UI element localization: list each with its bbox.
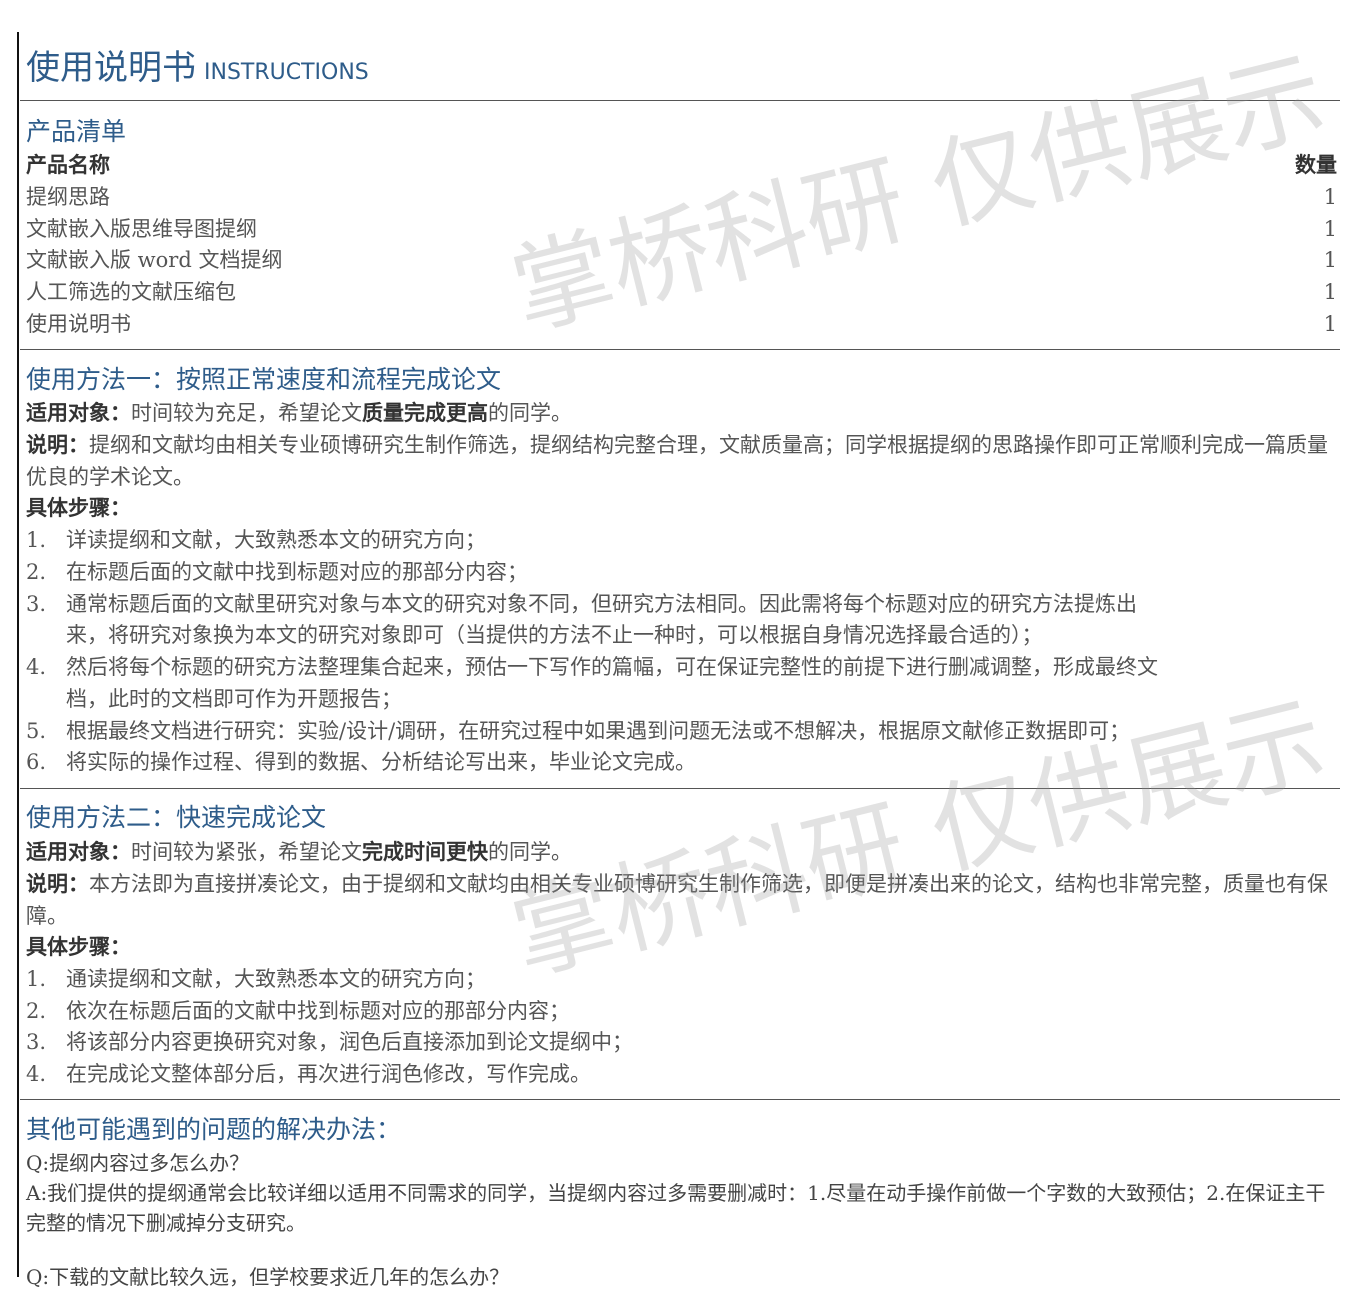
step-text: 通读提纲和文献，大致熟悉本文的研究方向； — [66, 967, 486, 991]
target-text-end: 的同学。 — [488, 401, 572, 425]
method2-heading: 使用方法二：快速完成论文 — [26, 803, 327, 832]
step-text: 将实际的操作过程、得到的数据、分析结论写出来，毕业论文完成。 — [66, 750, 696, 774]
method1-description: 说明：提纲和文献均由相关专业硕博研究生制作筛选，提纲结构完整合理，文献质量高；同… — [26, 429, 1340, 493]
product-table-header: 产品名称 数量 — [26, 149, 1340, 181]
step-number: 3. — [26, 1030, 47, 1054]
step-text: 来，将研究对象换为本文的研究对象即可（当提供的方法不止一种时，可以根据自身情况选… — [66, 623, 1043, 647]
method1-steps-label: 具体步骤： — [26, 495, 131, 520]
step-text: 通常标题后面的文献里研究对象与本文的研究对象不同，但研究方法相同。因此需将每个标… — [66, 592, 1137, 616]
step-text: 依次在标题后面的文献中找到标题对应的那部分内容； — [66, 999, 570, 1023]
method2-steps-label: 具体步骤： — [26, 934, 131, 959]
step-text: 根据最终文档进行研究：实验/设计/调研，在研究过程中如果遇到问题无法或不想解决，… — [66, 719, 1131, 743]
col-header-qty: 数量 — [1295, 152, 1337, 177]
step-number: 1. — [26, 528, 47, 552]
product-name: 文献嵌入版思维导图提纲 — [26, 217, 257, 241]
product-qty: 1 — [1323, 312, 1337, 336]
divider — [20, 349, 1340, 350]
target-text: 时间较为充足，希望论文 — [131, 401, 362, 425]
divider — [20, 100, 1340, 101]
product-qty: 1 — [1323, 185, 1337, 209]
faq-answer: A:我们提供的提纲通常会比较详细以适用不同需求的同学，当提纲内容过多需要删减时：… — [26, 1181, 1326, 1235]
faq-question: Q:提纲内容过多怎么办？ — [26, 1151, 250, 1175]
product-qty: 1 — [1323, 217, 1337, 241]
product-name: 提纲思路 — [26, 185, 110, 209]
title-chinese: 使用说明书 — [26, 48, 196, 88]
faq-question: Q:下载的文献比较久远，但学校要求近几年的怎么办？ — [26, 1265, 510, 1289]
method2-description: 说明：本方法即为直接拼凑论文，由于提纲和文献均由相关专业硕博研究生制作筛选，即便… — [26, 868, 1340, 932]
step-text: 档，此时的文档即可作为开题报告； — [66, 687, 402, 711]
step-text: 在完成论文整体部分后，再次进行润色修改，写作完成。 — [66, 1062, 591, 1086]
product-row: 人工筛选的文献压缩包 1 — [26, 276, 1340, 308]
step-number: 2. — [26, 560, 47, 584]
method1-target: 适用对象：时间较为充足，希望论文质量完成更高的同学。 — [26, 397, 1340, 429]
desc-text: 本方法即为直接拼凑论文，由于提纲和文献均由相关专业硕博研究生制作筛选，即便是拼凑… — [26, 872, 1328, 928]
product-row: 使用说明书 1 — [26, 308, 1340, 340]
target-text-end: 的同学。 — [488, 840, 572, 864]
col-header-name: 产品名称 — [26, 152, 110, 177]
target-label: 适用对象： — [26, 400, 131, 425]
desc-label: 说明： — [26, 432, 89, 457]
target-text: 时间较为紧张，希望论文 — [131, 840, 362, 864]
method1-heading: 使用方法一：按照正常速度和流程完成论文 — [26, 365, 502, 394]
product-name: 人工筛选的文献压缩包 — [26, 280, 236, 304]
divider — [20, 1099, 1340, 1100]
step-number: 6. — [26, 750, 47, 774]
product-qty: 1 — [1323, 248, 1337, 272]
step-number: 4. — [26, 1062, 47, 1086]
faq-heading: 其他可能遇到的问题的解决办法： — [26, 1115, 402, 1144]
target-emphasis: 质量完成更高 — [362, 400, 488, 425]
step-text: 然后将每个标题的研究方法整理集合起来，预估一下写作的篇幅，可在保证完整性的前提下… — [66, 655, 1158, 679]
product-row: 文献嵌入版思维导图提纲 1 — [26, 213, 1340, 245]
step-number: 5. — [26, 719, 47, 743]
product-list-heading: 产品清单 — [26, 117, 127, 146]
target-label: 适用对象： — [26, 839, 131, 864]
desc-text: 提纲和文献均由相关专业硕博研究生制作筛选，提纲结构完整合理，文献质量高；同学根据… — [26, 433, 1328, 489]
step-text: 详读提纲和文献，大致熟悉本文的研究方向； — [66, 528, 486, 552]
product-name: 使用说明书 — [26, 312, 131, 336]
product-row: 文献嵌入版 word 文档提纲 1 — [26, 244, 1340, 276]
product-row: 提纲思路 1 — [26, 181, 1340, 213]
step-text: 将该部分内容更换研究对象，润色后直接添加到论文提纲中； — [66, 1030, 633, 1054]
target-emphasis: 完成时间更快 — [362, 839, 488, 864]
step-number: 4. — [26, 655, 47, 679]
step-number: 1. — [26, 967, 47, 991]
title-english: INSTRUCTIONS — [204, 60, 369, 85]
product-qty: 1 — [1323, 280, 1337, 304]
step-text: 在标题后面的文献中找到标题对应的那部分内容； — [66, 560, 528, 584]
desc-label: 说明： — [26, 871, 89, 896]
page-title: 使用说明书 INSTRUCTIONS — [26, 40, 369, 90]
step-number: 2. — [26, 999, 47, 1023]
divider — [20, 788, 1340, 789]
step-number: 3. — [26, 592, 47, 616]
page-margin-line — [17, 32, 19, 1277]
method2-target: 适用对象：时间较为紧张，希望论文完成时间更快的同学。 — [26, 836, 1340, 868]
product-name: 文献嵌入版 word 文档提纲 — [26, 248, 283, 272]
